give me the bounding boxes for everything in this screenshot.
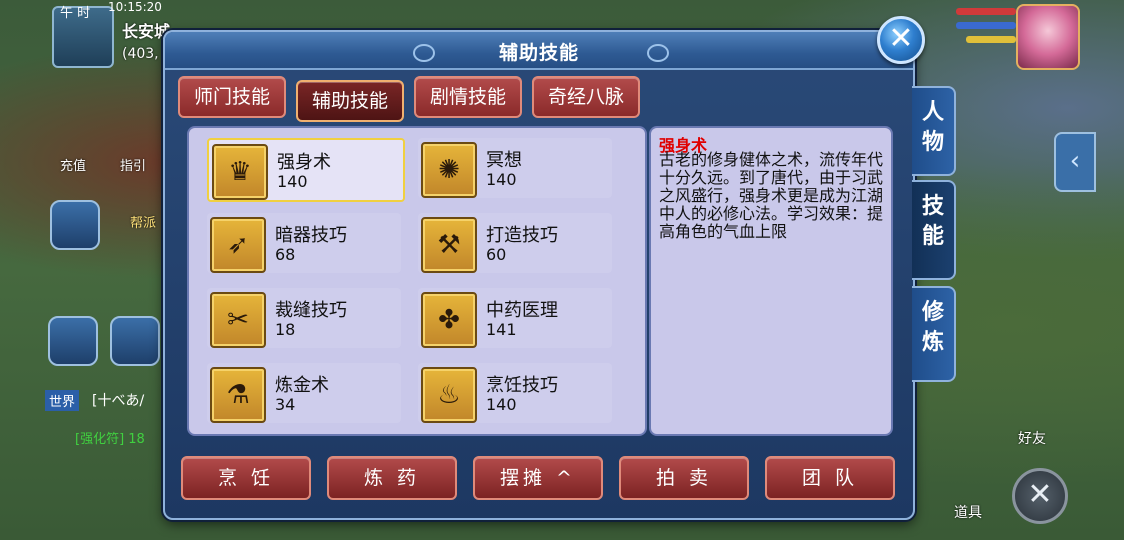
skill-level: 141 bbox=[486, 320, 517, 339]
herb-icon: ✤ bbox=[421, 292, 477, 348]
chat-icon[interactable] bbox=[48, 316, 98, 366]
buff-chat-message: [强化符] 18 bbox=[75, 432, 145, 447]
side-tab-character[interactable]: 人物 bbox=[912, 86, 956, 176]
skill-level: 140 bbox=[486, 170, 517, 189]
dialog-titlebar: 辅助技能 bbox=[165, 32, 913, 70]
items-label[interactable]: 道具 bbox=[954, 502, 982, 522]
bottom-action-bar: 烹 饪炼 药摆摊 ^ 拍 卖团 队 bbox=[181, 456, 895, 500]
strength-icon: ♛ bbox=[212, 144, 268, 200]
skill-level: 140 bbox=[486, 395, 517, 414]
side-tab-label: 技能 bbox=[921, 194, 944, 249]
player-mp-bar bbox=[956, 22, 1016, 29]
skill-name: 中药医理 bbox=[486, 300, 558, 321]
skill-card[interactable]: ⚒ 打造技巧 60 bbox=[418, 213, 612, 273]
close-dialog-button[interactable]: ✕ bbox=[877, 16, 925, 64]
title-ornament-right bbox=[647, 44, 669, 62]
game-time-label: 午 时 bbox=[60, 6, 91, 21]
friends-label[interactable]: 好友 bbox=[1018, 428, 1046, 448]
skill-name: 打造技巧 bbox=[486, 225, 558, 246]
tab-0[interactable]: 师门技能 bbox=[178, 76, 287, 118]
tab-3[interactable]: 奇经八脉 bbox=[532, 76, 641, 118]
skill-name: 烹饪技巧 bbox=[486, 375, 558, 396]
cooking-icon: ♨ bbox=[421, 367, 477, 423]
guild-label[interactable]: 帮派 bbox=[130, 212, 156, 231]
skills-grid-panel: ♛ 强身术 140 ✺ 冥想 140 ➶ 暗器技巧 68 ⚒ 打造技巧 60 ✂ 裁缝技巧 18 ✤ 中药医理 1… bbox=[187, 126, 647, 436]
team-button[interactable]: 团 队 bbox=[765, 456, 895, 500]
skill-name: 强身术 bbox=[277, 152, 331, 173]
guide-label[interactable]: 指引 bbox=[120, 155, 146, 174]
voice-icon[interactable] bbox=[110, 316, 160, 366]
clock-text: 10:15:20 bbox=[108, 0, 162, 14]
close-menu-icon[interactable]: ✕ bbox=[1012, 468, 1068, 524]
skill-name: 炼金术 bbox=[275, 375, 329, 396]
world-chat-message: [十べあ/ bbox=[92, 393, 145, 409]
close-icon: ✕ bbox=[888, 21, 914, 56]
auction-button[interactable]: 拍 卖 bbox=[619, 456, 749, 500]
coordinates: (403, bbox=[122, 46, 159, 62]
skill-level: 68 bbox=[275, 245, 296, 264]
alchemy-icon: ⚗ bbox=[210, 367, 266, 423]
meditation-icon: ✺ bbox=[421, 142, 477, 198]
side-tab-label: 修炼 bbox=[921, 300, 944, 355]
expand-icon[interactable] bbox=[50, 200, 100, 250]
auxiliary-skills-dialog: 辅助技能 ✕ 师门技能 辅助技能 剧情技能 奇经八脉 ♛ 强身术 140 ✺ 冥想 140 ➶ 暗器… bbox=[163, 16, 925, 520]
skill-card[interactable]: ⚗ 炼金术 34 bbox=[207, 363, 401, 423]
hammer-icon: ⚒ bbox=[421, 217, 477, 273]
tab-2[interactable]: 剧情技能 bbox=[414, 76, 523, 118]
skill-card[interactable]: ♨ 烹饪技巧 140 bbox=[418, 363, 612, 423]
skill-card[interactable]: ➶ 暗器技巧 68 bbox=[207, 213, 401, 273]
skill-level: 140 bbox=[277, 172, 308, 191]
skill-card[interactable]: ✤ 中药医理 141 bbox=[418, 288, 612, 348]
skill-card[interactable]: ✂ 裁缝技巧 18 bbox=[207, 288, 401, 348]
player-hp-bar bbox=[956, 8, 1016, 15]
skill-category-tabs: 师门技能 辅助技能 剧情技能 奇经八脉 bbox=[178, 76, 641, 122]
side-tab-cultivation[interactable]: 修炼 bbox=[912, 286, 956, 382]
dart-icon: ➶ bbox=[210, 217, 266, 273]
skill-name: 裁缝技巧 bbox=[275, 300, 347, 321]
description-text: 古老的修身健体之术，流传年代十分久远。到了唐代，由于习武之风盛行，强身术更是成为… bbox=[659, 150, 884, 241]
side-tab-skills[interactable]: 技能 bbox=[912, 180, 956, 280]
skill-card[interactable]: ♛ 强身术 140 bbox=[207, 138, 405, 202]
skill-level: 60 bbox=[486, 245, 507, 264]
side-tab-label: 人物 bbox=[921, 100, 944, 155]
skill-level: 34 bbox=[275, 395, 296, 414]
refine-medicine-button[interactable]: 炼 药 bbox=[327, 456, 457, 500]
cooking-button[interactable]: 烹 饪 bbox=[181, 456, 311, 500]
scissors-icon: ✂ bbox=[210, 292, 266, 348]
recharge-label[interactable]: 充值 bbox=[60, 155, 86, 174]
skill-name: 冥想 bbox=[486, 150, 522, 171]
player-anger-bar bbox=[966, 36, 1016, 43]
collapse-panel-icon[interactable]: ‹ bbox=[1054, 132, 1096, 192]
skill-description-panel: 强身术 古老的修身健体之术，流传年代十分久远。到了唐代，由于习武之风盛行，强身术… bbox=[649, 126, 893, 436]
skill-card[interactable]: ✺ 冥想 140 bbox=[418, 138, 612, 198]
tab-1[interactable]: 辅助技能 bbox=[296, 80, 405, 122]
dialog-title: 辅助技能 bbox=[498, 42, 579, 64]
player-avatar[interactable] bbox=[1016, 4, 1080, 70]
stall-button[interactable]: 摆摊 ^ bbox=[473, 456, 603, 500]
world-channel-badge[interactable]: 世界 bbox=[45, 390, 80, 411]
skill-name: 暗器技巧 bbox=[275, 225, 347, 246]
skill-level: 18 bbox=[275, 320, 296, 339]
